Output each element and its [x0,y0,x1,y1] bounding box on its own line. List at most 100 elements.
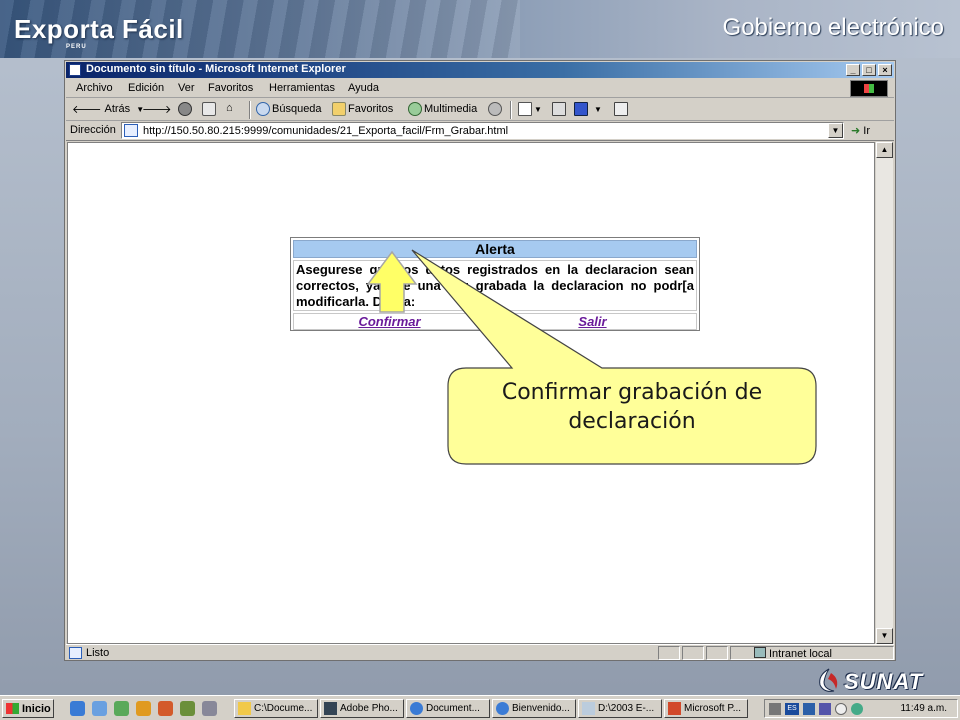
address-bar: Dirección http://150.50.80.215:9999/comu… [66,121,894,141]
media-button[interactable]: Multimedia [408,102,477,116]
print-icon [552,102,566,116]
menu-herramientas[interactable]: Herramientas [269,82,335,94]
chevron-down-icon: ▼ [594,104,602,114]
go-button[interactable]: ➜ Ir [851,124,870,137]
photoshop-icon [324,702,337,715]
status-bar: Listo Intranet local [66,644,894,660]
toolbar-separator [249,101,251,119]
zone-text: Intranet local [754,647,832,660]
favorites-icon [332,102,346,116]
media-icon [408,102,422,116]
network-icon[interactable] [769,703,781,715]
task-folder[interactable]: C:\Docume... [234,699,318,718]
ie-icon [496,702,509,715]
browser-toolbar: 🡐 Atrás ▼ 🡒 ▼ ⌂ Búsqueda Favoritos Multi [66,99,894,121]
ie-quicklaunch-icon[interactable] [70,701,85,716]
windows-flag-icon [6,703,19,714]
address-input[interactable]: http://150.50.80.215:9999/comunidades/21… [121,122,844,139]
system-tray: ES 11:49 a.m. [764,699,958,718]
messenger-icon[interactable] [835,703,847,715]
menu-favoritos[interactable]: Favoritos [208,82,253,94]
callout-text: Confirmar grabación de declaración [501,380,763,434]
page-icon [124,124,138,137]
address-label: Dirección [70,124,116,136]
scroll-up-button[interactable]: ▲ [876,142,893,158]
back-arrow-icon: 🡐 [72,104,102,116]
peru-mark: PERU [66,44,87,50]
settings-quicklaunch-icon[interactable] [202,701,217,716]
search-folder-icon [582,702,595,715]
scroll-down-button[interactable]: ▼ [876,628,893,644]
history-button[interactable] [488,102,504,116]
home-button[interactable]: ⌂ [226,102,233,114]
window-titlebar[interactable]: Documento sin título - Microsoft Interne… [66,62,894,78]
status-cell [658,646,680,660]
word-edit-icon [574,102,588,116]
media-quicklaunch-icon[interactable] [136,701,151,716]
confirm-link[interactable]: Confirmar [293,313,486,330]
history-icon [488,102,502,116]
mail-icon [518,102,532,116]
address-url: http://150.50.80.215:9999/comunidades/21… [143,125,509,137]
address-dropdown-button[interactable]: ▼ [828,123,843,138]
clock[interactable]: 11:49 a.m. [900,703,947,714]
stop-icon [178,102,192,116]
alert-message: Asegurese que los datos registrados en l… [293,260,697,311]
favorites-button[interactable]: Favoritos [332,102,393,116]
page-icon [69,647,82,659]
task-powerpoint[interactable]: Microsoft P... [664,699,748,718]
task-photoshop[interactable]: Adobe Pho... [320,699,404,718]
browser-window: Documento sin título - Microsoft Interne… [64,60,896,661]
close-button[interactable]: × [878,64,892,76]
home-icon: ⌂ [226,102,233,114]
refresh-icon [202,102,216,116]
refresh-button[interactable] [202,102,218,116]
tool-quicklaunch-icon[interactable] [180,701,195,716]
alert-dialog: Alerta Asegurese que los datos registrad… [290,237,700,331]
minimize-button[interactable]: _ [846,64,860,76]
window-title: Documento sin título - Microsoft Interne… [86,63,346,75]
powerpoint-icon [668,702,681,715]
task-bienvenido[interactable]: Bienvenido... [492,699,576,718]
sunat-wordmark: SUNAT [844,669,924,694]
search-button[interactable]: Búsqueda [256,102,322,116]
edit-button[interactable]: ▼ [574,102,602,116]
windows-logo-icon [850,80,888,97]
menu-edicion[interactable]: Edición [128,82,164,94]
task-document[interactable]: Document... [406,699,490,718]
slide-title: Exporta Fácil [14,14,184,44]
menu-archivo[interactable]: Archivo [76,82,113,94]
discuss-button[interactable] [614,102,630,116]
desktop-quicklaunch-icon[interactable] [114,701,129,716]
menu-ayuda[interactable]: Ayuda [348,82,379,94]
forward-arrow-icon: 🡒 [142,104,172,116]
menu-ver[interactable]: Ver [178,82,195,94]
alert-title: Alerta [293,240,697,258]
menu-bar: Archivo Edición Ver Favoritos Herramient… [66,79,894,98]
explorer-quicklaunch-icon[interactable] [92,701,107,716]
maximize-button[interactable]: □ [862,64,876,76]
print-button[interactable] [552,102,568,116]
status-cell [682,646,704,660]
update-icon[interactable] [851,703,863,715]
back-button[interactable]: 🡐 Atrás ▼ [72,102,144,116]
go-arrow-icon: ➜ [851,125,861,137]
app-quicklaunch-icon[interactable] [158,701,173,716]
stop-button[interactable] [178,102,194,116]
toolbar-separator [510,101,512,119]
taskbar: Inicio C:\Docume... Adobe Pho... Documen… [0,695,960,720]
ie-icon [69,64,81,76]
discuss-icon [614,102,628,116]
language-indicator[interactable]: ES [785,703,799,715]
slide-subtitle: Gobierno electrónico [722,14,944,41]
task-drive[interactable]: D:\2003 E-... [578,699,662,718]
mail-button[interactable]: ▼ [518,102,542,116]
start-button[interactable]: Inicio [2,699,54,718]
sunat-logo: SUNAT [814,667,934,697]
antivirus-icon[interactable] [819,703,831,715]
security-icon[interactable] [803,703,815,715]
exit-link[interactable]: Salir [488,313,697,330]
search-icon [256,102,270,116]
vertical-scrollbar[interactable]: ▲ ▼ [876,142,893,644]
sunat-emblem-icon [819,668,838,692]
